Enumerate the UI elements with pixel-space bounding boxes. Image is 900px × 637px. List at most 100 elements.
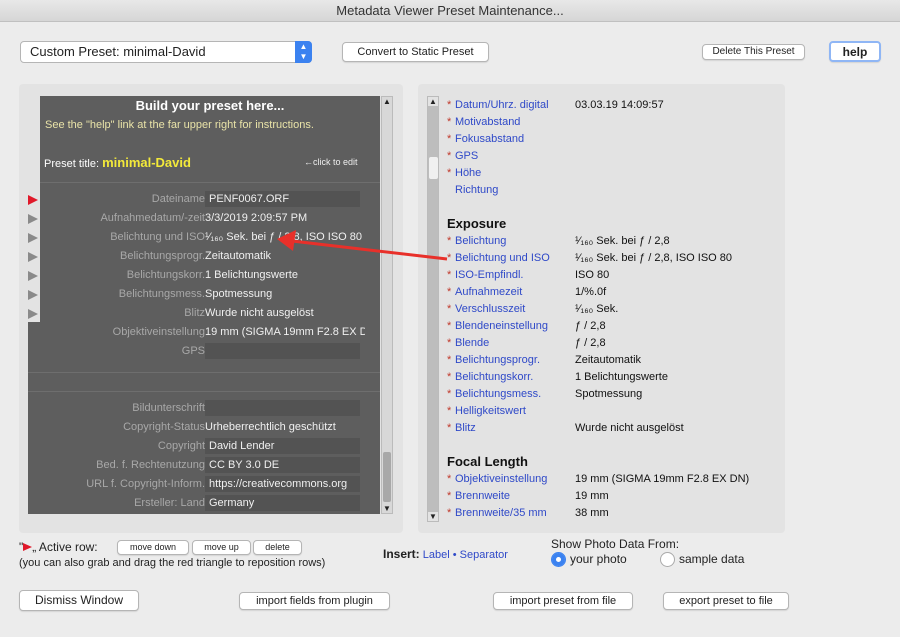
field-link[interactable]: Brennweite	[455, 490, 510, 502]
field-link[interactable]: Blitz	[455, 422, 476, 434]
field-link[interactable]: Helligkeitswert	[455, 405, 526, 417]
field-row[interactable]: * Höhe	[447, 165, 481, 182]
export-preset-button[interactable]: export preset to file	[663, 592, 789, 610]
convert-to-static-button[interactable]: Convert to Static Preset	[342, 42, 489, 62]
row-value[interactable]: PENF0067.ORF	[205, 191, 360, 207]
preset-row[interactable]: URL f. Copyright-Inform. https://creative…	[28, 475, 380, 494]
field-link[interactable]: Richtung	[455, 184, 498, 196]
preset-row[interactable]: Blitz Wurde nicht ausgelöst	[28, 304, 380, 323]
preset-row[interactable]: Objektiveinstellung 19 mm (SIGMA 19mm F2.…	[28, 323, 380, 342]
preset-row[interactable]: Bildunterschrift	[28, 399, 380, 418]
field-link[interactable]: Verschlusszeit	[455, 303, 525, 315]
field-link[interactable]: Belichtungskorr.	[455, 371, 533, 383]
field-link[interactable]: Belichtungsprogr.	[455, 354, 540, 366]
drag-triangle-icon[interactable]	[28, 214, 38, 224]
scroll-thumb[interactable]	[429, 157, 438, 179]
radio-sample-data[interactable]: sample data	[660, 552, 744, 568]
field-link[interactable]: ISO-Empfindl.	[455, 269, 523, 281]
row-value[interactable]	[205, 343, 360, 359]
field-row[interactable]: * Brennweite 19 mm	[447, 488, 609, 505]
field-row[interactable]: * Belichtungskorr. 1 Belichtungswerte	[447, 369, 668, 386]
dismiss-window-button[interactable]: Dismiss Window	[19, 590, 139, 611]
preset-row[interactable]: GPS	[28, 342, 380, 361]
scroll-up-icon[interactable]: ▲	[428, 97, 438, 106]
field-row[interactable]: Richtung	[447, 182, 498, 199]
preset-row[interactable]: Belichtungsmess. Spotmessung	[28, 285, 380, 304]
drag-triangle-icon[interactable]	[28, 195, 38, 205]
preset-row[interactable]: Dateiname PENF0067.ORF	[28, 190, 380, 209]
field-row[interactable]: * Datum/Uhrz. digital 03.03.19 14:09:57	[447, 97, 664, 114]
field-row[interactable]: * Helligkeitswert	[447, 403, 526, 420]
field-link[interactable]: Höhe	[455, 167, 481, 179]
field-link[interactable]: Brennweite/35 mm	[455, 507, 547, 519]
preset-row[interactable]: Belichtungskorr. 1 Belichtungswerte	[28, 266, 380, 285]
field-link[interactable]: Aufnahmezeit	[455, 286, 522, 298]
field-link[interactable]: Datum/Uhrz. digital	[455, 99, 549, 111]
insert-label-link[interactable]: Label	[423, 549, 450, 561]
radio-your-photo[interactable]: your photo	[551, 552, 627, 568]
field-row[interactable]: * Belichtung ¹⁄₁₆₀ Sek. bei ƒ / 2,8	[447, 233, 670, 250]
field-link[interactable]: Belichtungsmess.	[455, 388, 541, 400]
radio-selected-icon[interactable]	[551, 552, 566, 568]
import-preset-button[interactable]: import preset from file	[493, 592, 633, 610]
import-fields-from-plugin-button[interactable]: import fields from plugin	[239, 592, 390, 610]
separator-row[interactable]	[28, 372, 380, 373]
builder-scrollbar[interactable]: ▲ ▼	[381, 96, 393, 514]
scroll-thumb[interactable]	[383, 452, 391, 502]
field-link[interactable]: Belichtung	[455, 235, 506, 247]
preset-row[interactable]: Aufnahmedatum/-zeit 3/3/2019 2:09:57 PM	[28, 209, 380, 228]
insert-separator-link[interactable]: Separator	[460, 549, 508, 561]
field-link[interactable]: Blendeneinstellung	[455, 320, 548, 332]
field-row[interactable]: * Belichtungsprogr. Zeitautomatik	[447, 352, 641, 369]
row-value[interactable]: David Lender	[205, 438, 360, 454]
drag-triangle-icon[interactable]	[28, 233, 38, 243]
preset-row[interactable]: Belichtungsprogr. Zeitautomatik	[28, 247, 380, 266]
help-button[interactable]: help	[829, 41, 881, 62]
fields-scrollbar[interactable]: ▲ ▼	[427, 96, 439, 522]
field-row[interactable]: * Blendeneinstellung ƒ / 2,8	[447, 318, 606, 335]
field-link[interactable]: GPS	[455, 150, 478, 162]
field-row[interactable]: * Belichtung und ISO ¹⁄₁₆₀ Sek. bei ƒ / 2,…	[447, 250, 732, 267]
move-up-button[interactable]: move up	[192, 540, 251, 555]
scroll-down-icon[interactable]: ▼	[382, 504, 392, 513]
preset-row[interactable]: Ersteller: Land Germany	[28, 494, 380, 513]
scroll-up-icon[interactable]: ▲	[382, 97, 392, 106]
delete-preset-button[interactable]: Delete This Preset	[702, 44, 805, 60]
preset-title-value[interactable]: minimal-David	[102, 155, 191, 170]
drag-triangle-icon[interactable]	[28, 271, 38, 281]
preset-row[interactable]: Copyright David Lender	[28, 437, 380, 456]
row-value[interactable]: CC BY 3.0 DE	[205, 457, 360, 473]
field-row[interactable]: * ISO-Empfindl. ISO 80	[447, 267, 609, 284]
row-value[interactable]	[205, 400, 360, 416]
move-down-button[interactable]: move down	[117, 540, 189, 555]
field-row[interactable]: * Verschlusszeit ¹⁄₁₆₀ Sek.	[447, 301, 618, 318]
field-row[interactable]: * Blende ƒ / 2,8	[447, 335, 606, 352]
field-row[interactable]: * Aufnahmezeit 1/%.0f	[447, 284, 606, 301]
drag-triangle-icon[interactable]	[28, 309, 38, 319]
field-row[interactable]: * Fokusabstand	[447, 131, 524, 148]
field-row[interactable]: * Objektiveinstellung 19 mm (SIGMA 19mm F2…	[447, 471, 749, 488]
field-link[interactable]: Motivabstand	[455, 116, 520, 128]
radio-unselected-icon[interactable]	[660, 552, 675, 568]
field-row[interactable]: * Brennweite/35 mm 38 mm	[447, 505, 609, 522]
drag-triangle-icon[interactable]	[28, 252, 38, 262]
row-value[interactable]: https://creativecommons.org	[205, 476, 360, 492]
scroll-down-icon[interactable]: ▼	[428, 512, 438, 521]
drag-triangle-icon[interactable]	[28, 290, 38, 300]
preset-title-row[interactable]: Preset title: minimal-David	[44, 155, 191, 170]
asterisk-icon: *	[447, 507, 452, 519]
preset-row[interactable]: Bed. f. Rechtenutzung CC BY 3.0 DE	[28, 456, 380, 475]
row-value[interactable]: Germany	[205, 495, 360, 511]
preset-row[interactable]: Copyright-Status Urheberrechtlich geschüt…	[28, 418, 380, 437]
preset-row[interactable]: Belichtung und ISO ¹⁄₁₆₀ Sek. bei ƒ / 2,8…	[28, 228, 380, 247]
field-link[interactable]: Objektiveinstellung	[455, 473, 547, 485]
preset-select[interactable]: Custom Preset: minimal-David ▲ ▼	[20, 41, 312, 63]
delete-row-button[interactable]: delete	[253, 540, 302, 555]
field-link[interactable]: Blende	[455, 337, 489, 349]
field-row[interactable]: * Belichtungsmess. Spotmessung	[447, 386, 642, 403]
field-link[interactable]: Fokusabstand	[455, 133, 524, 145]
field-row[interactable]: * GPS	[447, 148, 478, 165]
field-row[interactable]: * Motivabstand	[447, 114, 520, 131]
field-row[interactable]: * Blitz Wurde nicht ausgelöst	[447, 420, 684, 437]
field-link[interactable]: Belichtung und ISO	[455, 252, 550, 264]
